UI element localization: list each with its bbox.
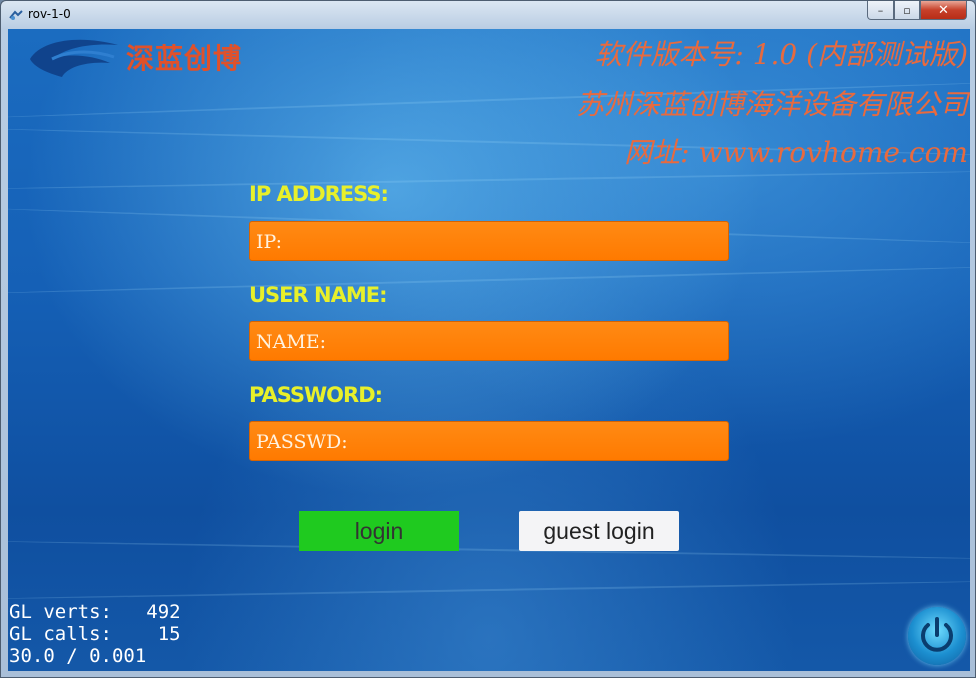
- close-button[interactable]: ✕: [920, 1, 967, 20]
- close-icon: ✕: [938, 2, 949, 18]
- version-line: 软件版本号: 1.0 (内部测试版): [594, 38, 968, 71]
- login-screen: 深蓝创博 软件版本号: 1.0 (内部测试版) 苏州深蓝创博海洋设备有限公司 网…: [8, 29, 970, 671]
- wave-logo-icon: [30, 39, 118, 77]
- gl-verts-stat: GL verts: 492: [9, 601, 181, 623]
- guest-login-button[interactable]: guest login: [519, 511, 679, 551]
- water-ripple: [8, 540, 970, 560]
- brand-name: 深蓝创博: [126, 42, 243, 75]
- ip-address-label: IP ADDRESS:: [249, 182, 389, 206]
- ip-input[interactable]: IP:: [249, 221, 729, 261]
- password-input[interactable]: PASSWD:: [249, 421, 729, 461]
- app-window: rov-1-0 – ▫ ✕ 深蓝创博 软件版本号: 1.0 (内部测试版) 苏州…: [0, 0, 976, 678]
- company-line: 苏州深蓝创博海洋设备有限公司: [575, 88, 968, 121]
- water-ripple: [8, 580, 970, 600]
- password-label: PASSWORD:: [249, 383, 383, 407]
- window-title: rov-1-0: [28, 7, 71, 21]
- minimize-icon: –: [877, 3, 884, 17]
- user-name-label: USER NAME:: [249, 283, 387, 307]
- gl-calls-stat: GL calls: 15: [9, 623, 181, 645]
- water-ripple: [8, 170, 970, 190]
- minimize-button[interactable]: –: [867, 1, 894, 20]
- website-line: 网址: www.rovhome.com: [624, 136, 968, 169]
- maximize-button[interactable]: ▫: [894, 1, 920, 20]
- login-button[interactable]: login: [299, 511, 459, 551]
- title-bar[interactable]: rov-1-0 – ▫ ✕: [1, 1, 975, 29]
- fps-stat: 30.0 / 0.001: [9, 645, 147, 667]
- water-ripple: [8, 265, 970, 295]
- maximize-icon: ▫: [903, 3, 911, 17]
- user-name-input[interactable]: NAME:: [249, 321, 729, 361]
- power-button[interactable]: [908, 607, 966, 665]
- power-icon: [921, 617, 953, 652]
- app-icon: [9, 10, 23, 20]
- password-placeholder: PASSWD:: [256, 431, 348, 453]
- ip-placeholder: IP:: [256, 231, 283, 253]
- user-name-placeholder: NAME:: [256, 331, 327, 353]
